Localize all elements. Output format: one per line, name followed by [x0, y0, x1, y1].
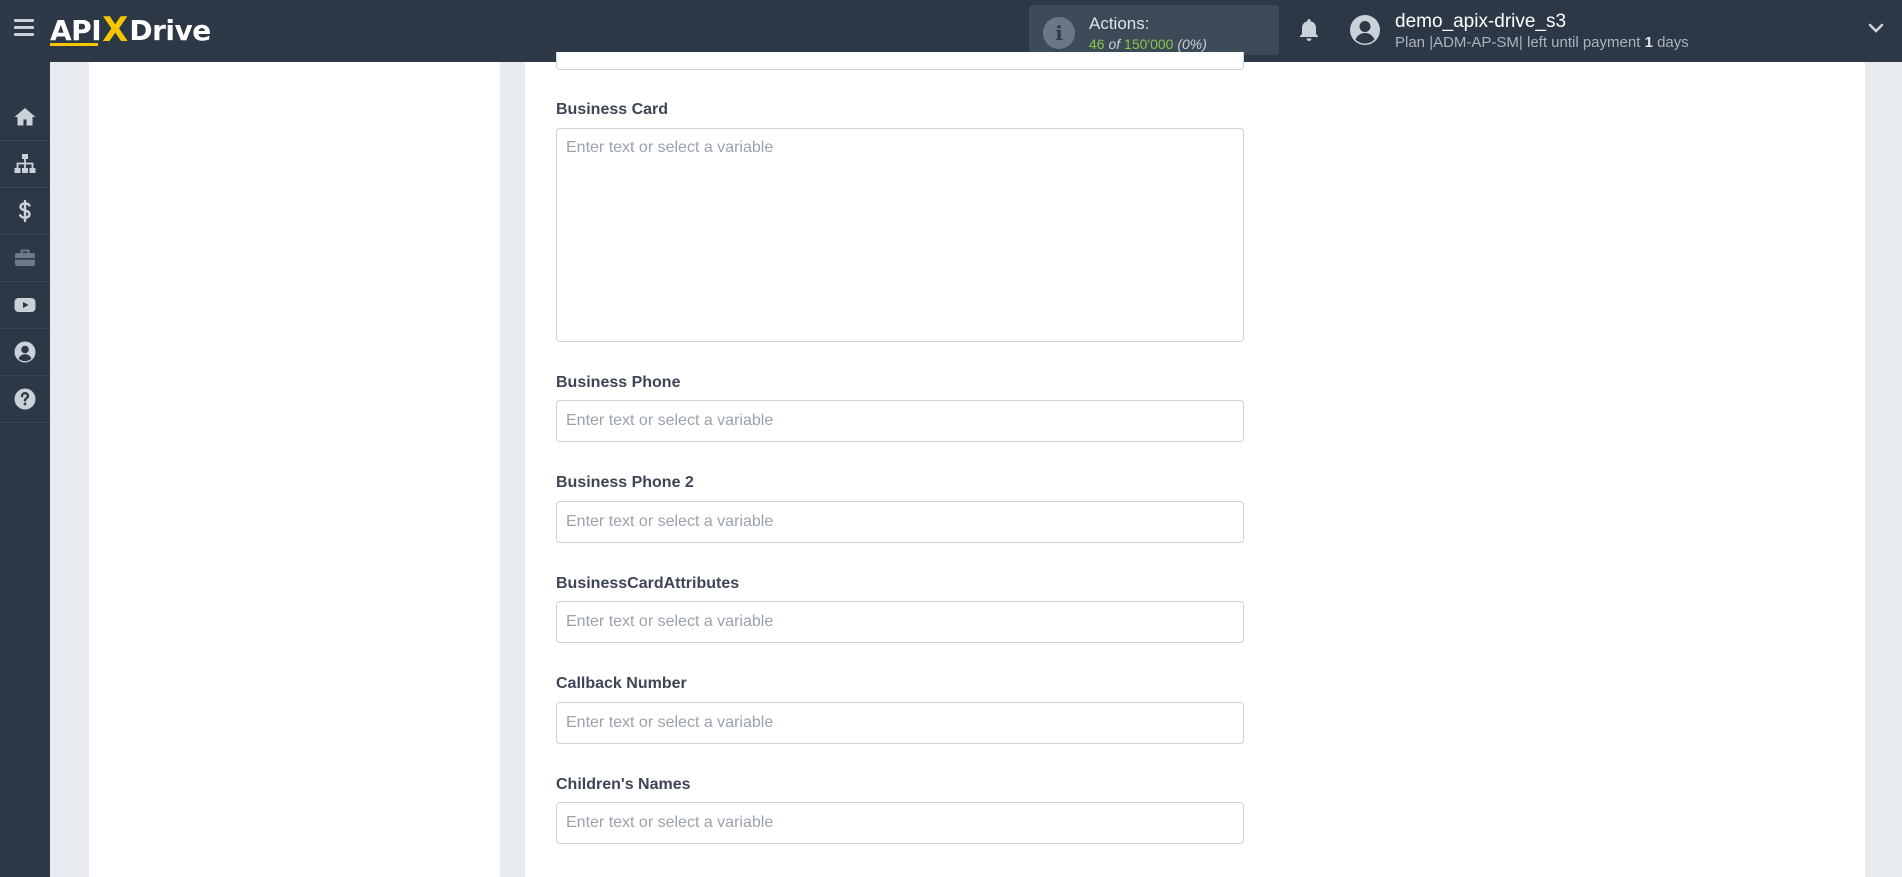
- sidebar-item-connections[interactable]: [0, 141, 50, 188]
- left-panel: [89, 62, 500, 877]
- childrens-names-input[interactable]: [556, 802, 1244, 844]
- menu-hamburger-icon[interactable]: [14, 19, 34, 37]
- logo-text-drive: Drive: [129, 13, 211, 47]
- apix-drive-logo[interactable]: API X Drive: [50, 10, 211, 50]
- sidebar-item-services[interactable]: [0, 235, 50, 282]
- actions-percent: (0%): [1177, 36, 1207, 52]
- plan-days-number: 1: [1644, 34, 1653, 51]
- logo-text-api: API: [50, 13, 102, 47]
- childrens-names-label: Children's Names: [556, 776, 691, 793]
- callback-number-label: Callback Number: [556, 675, 687, 692]
- logo-underline: [50, 43, 98, 46]
- sidebar-nav: [0, 62, 50, 877]
- dollar-icon: [19, 199, 31, 223]
- sidebar-item-home[interactable]: [0, 94, 50, 141]
- actions-label: Actions:: [1089, 14, 1150, 33]
- callback-number-input[interactable]: [556, 702, 1244, 744]
- home-icon: [14, 108, 36, 126]
- business-phone-2-input[interactable]: [556, 501, 1244, 543]
- actions-used: 46: [1089, 36, 1105, 52]
- sidebar-item-help[interactable]: [0, 376, 50, 423]
- business-phone-label: Business Phone: [556, 374, 681, 391]
- previous-field-input[interactable]: [556, 52, 1244, 70]
- actions-counter[interactable]: i Actions: 46 of 150'000 (0%): [1029, 5, 1279, 55]
- plan-prefix: Plan |ADM-AP-SM| left until payment: [1395, 34, 1641, 51]
- info-icon: i: [1043, 17, 1075, 49]
- business-card-textarea[interactable]: [556, 128, 1244, 342]
- user-circle-icon: [14, 341, 36, 363]
- user-name[interactable]: demo_apix-drive_s3: [1395, 11, 1566, 33]
- sitemap-icon: [14, 154, 36, 173]
- business-card-label: Business Card: [556, 101, 669, 118]
- business-phone-input[interactable]: [556, 400, 1244, 442]
- business-phone-2-label: Business Phone 2: [556, 474, 694, 491]
- user-avatar-icon[interactable]: [1349, 14, 1381, 46]
- plan-days-word: days: [1657, 34, 1689, 51]
- actions-total: 150'000: [1124, 36, 1174, 52]
- plan-info: Plan |ADM-AP-SM| left until payment 1 da…: [1395, 34, 1689, 51]
- sidebar-item-video[interactable]: [0, 282, 50, 329]
- actions-count: 46 of 150'000 (0%): [1089, 36, 1207, 52]
- right-gutter: [1865, 62, 1902, 877]
- briefcase-icon: [15, 249, 35, 266]
- actions-of: of: [1108, 36, 1121, 52]
- chevron-down-icon[interactable]: [1868, 22, 1884, 34]
- question-circle-icon: [14, 388, 36, 410]
- logo-text-x: X: [102, 10, 129, 50]
- sidebar-item-billing[interactable]: [0, 188, 50, 235]
- business-card-attributes-input[interactable]: [556, 601, 1244, 643]
- business-card-attributes-label: BusinessCardAttributes: [556, 575, 740, 592]
- youtube-icon: [14, 298, 36, 312]
- sidebar-item-profile[interactable]: [0, 329, 50, 376]
- bell-icon[interactable]: [1297, 17, 1321, 43]
